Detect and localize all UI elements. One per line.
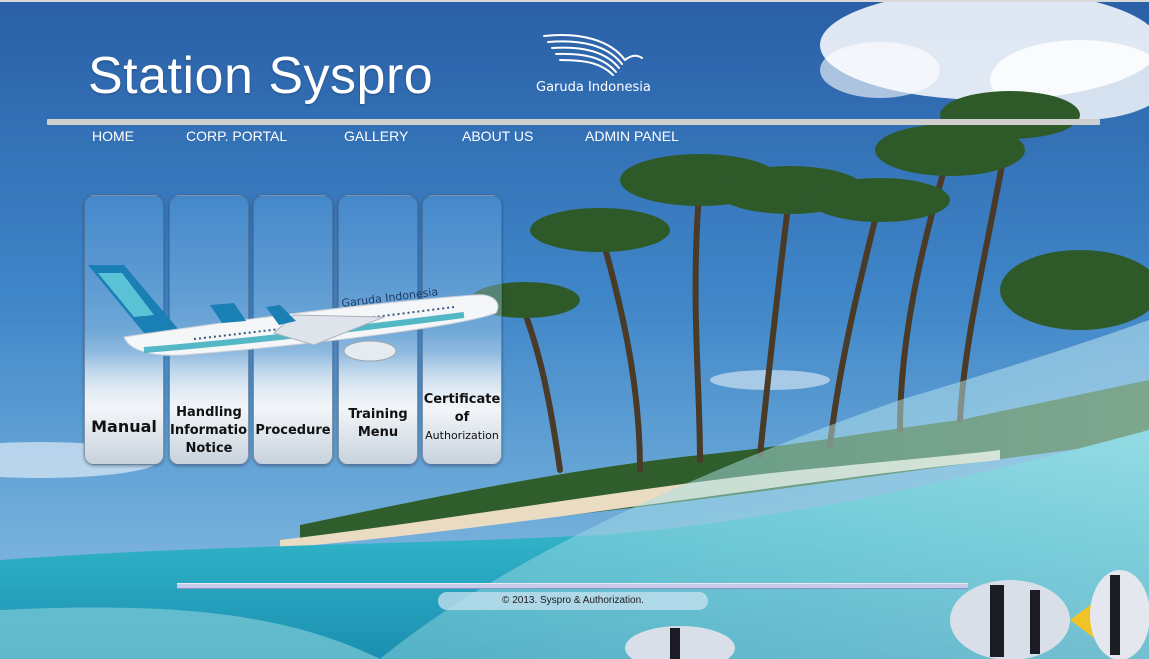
nav-item-admin-panel[interactable]: ADMIN PANEL [585,128,679,144]
nav-item-gallery[interactable]: GALLERY [344,128,408,144]
panel-label-line: Procedure [255,423,331,438]
panel-label-line: Menu [357,425,399,440]
top-border [0,0,1149,2]
panel-manual[interactable]: Manual [84,195,164,465]
menu-panels: Manual Handling Information Notice Proce… [84,195,505,465]
panel-training-menu[interactable]: Training Menu [338,195,418,465]
panel-handling-information-notice[interactable]: Handling Information Notice [169,195,249,465]
header-divider [47,119,1100,125]
site-title: Station Syspro [88,47,434,105]
panel-label-line: Notice [185,441,233,456]
panel-label-line: of [454,410,470,425]
panel-label-training-menu: Training Menu [339,406,417,442]
panel-label-line: Information [170,423,249,438]
panel-certificate-of-authorization[interactable]: Certificate of Authorization [422,195,502,465]
panel-shine [254,354,332,464]
nav-item-about-us[interactable]: ABOUT US [462,128,533,144]
panel-label-line: Training [348,407,408,422]
panel-shine [85,354,163,464]
panel-label-certificate-of-authorization: Certificate of Authorization [423,391,501,445]
panel-label-handling-information-notice: Handling Information Notice [170,404,248,458]
panel-procedure[interactable]: Procedure [253,195,333,465]
nav-item-home[interactable]: HOME [92,128,134,144]
panel-label-line: Authorization [425,429,499,442]
footer-copyright: © 2013. Syspro & Authorization. [438,592,708,610]
logo-text: Garuda Indonesia [536,80,651,95]
panel-label-line: Handling [176,405,242,420]
panel-label-line: Manual [91,417,157,436]
nav-item-corp-portal[interactable]: CORP. PORTAL [186,128,287,144]
panel-label-line: Certificate [423,392,501,407]
footer-divider [177,583,968,589]
panel-label-procedure: Procedure [254,422,332,440]
panel-label-manual: Manual [85,418,163,436]
